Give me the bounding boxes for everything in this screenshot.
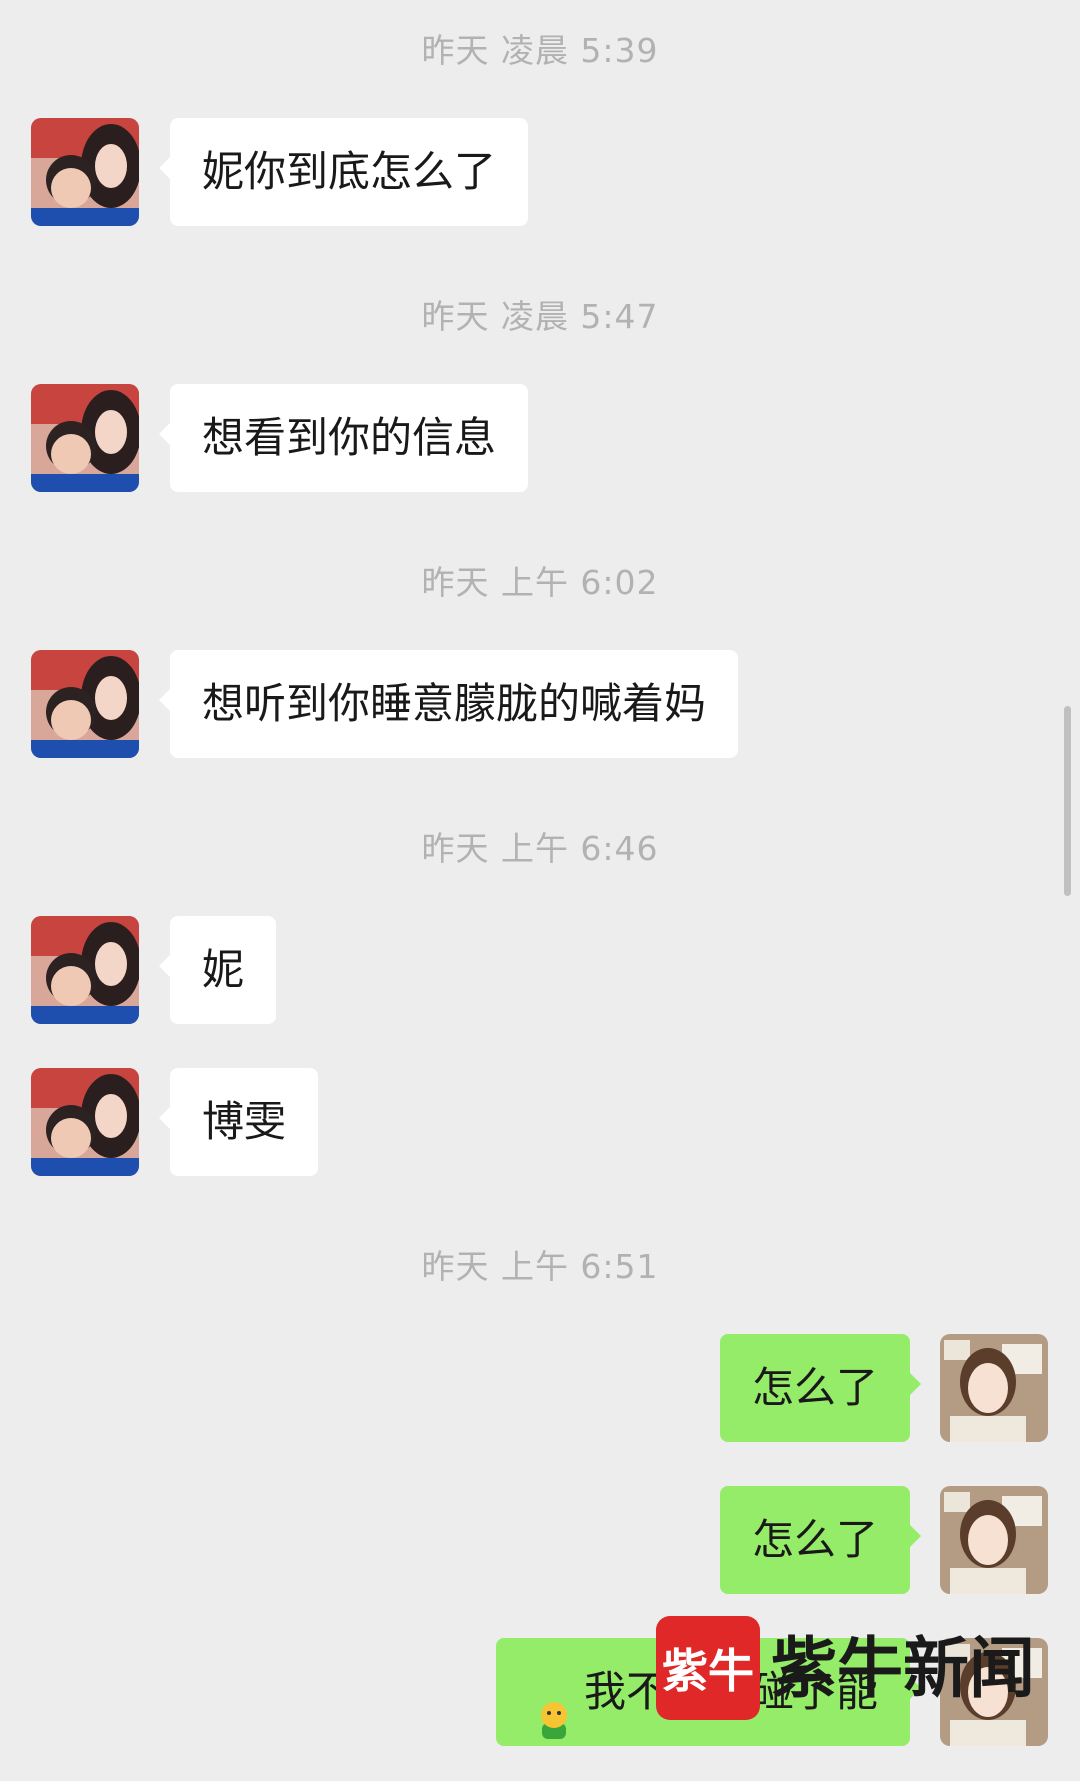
- timestamp: 昨天 上午 6:51: [421, 1247, 659, 1286]
- timestamp: 昨天 上午 6:46: [421, 829, 659, 868]
- message-bubble-incoming[interactable]: 博雯: [158, 1068, 319, 1176]
- message-bubble-incoming[interactable]: 妮: [158, 916, 277, 1024]
- watermark-logo: 紫牛: [656, 1616, 760, 1720]
- message-row-outgoing: 怎么了: [0, 1334, 1080, 1444]
- avatar-mother-son-icon[interactable]: [31, 916, 139, 1024]
- message-bubble-incoming[interactable]: 想看到你的信息: [158, 384, 529, 492]
- avatar-mother-son-icon[interactable]: [31, 1068, 139, 1176]
- message-row-incoming: 想看到你的信息: [0, 384, 1080, 494]
- message-bubble-outgoing[interactable]: 怎么了: [719, 1334, 922, 1442]
- message-row-incoming: 妮: [0, 916, 1080, 1026]
- chat-area[interactable]: 昨天 凌晨 5:39 妮你到底怎么了 昨天 凌晨 5:47 想看到你的信息 昨天…: [0, 0, 1080, 1761]
- emoji-face-icon: [532, 1673, 576, 1739]
- timestamp: 昨天 上午 6:02: [421, 563, 659, 602]
- message-row-outgoing: 怎么了: [0, 1486, 1080, 1596]
- timestamp: 昨天 凌晨 5:39: [421, 31, 659, 70]
- message-bubble-incoming[interactable]: 想听到你睡意朦胧的喊着妈: [158, 650, 739, 758]
- avatar-mother-son-icon[interactable]: [31, 118, 139, 226]
- message-row-incoming: 想听到你睡意朦胧的喊着妈: [0, 650, 1080, 760]
- avatar-girl-icon[interactable]: [940, 1334, 1048, 1442]
- message-bubble-incoming[interactable]: 妮你到底怎么了: [158, 118, 529, 226]
- avatar-mother-son-icon[interactable]: [31, 384, 139, 492]
- message-bubble-outgoing[interactable]: 怎么了: [719, 1486, 922, 1594]
- message-row-incoming: 博雯: [0, 1068, 1080, 1178]
- news-watermark: 紫牛 紫牛新闻: [656, 1616, 1056, 1726]
- avatar-mother-son-icon[interactable]: [31, 650, 139, 758]
- watermark-text: 紫牛新闻: [771, 1629, 1035, 1707]
- timestamp: 昨天 凌晨 5:47: [421, 297, 659, 336]
- avatar-girl-icon[interactable]: [940, 1486, 1048, 1594]
- scrollbar[interactable]: [1064, 706, 1071, 896]
- message-row-incoming: 妮你到底怎么了: [0, 118, 1080, 228]
